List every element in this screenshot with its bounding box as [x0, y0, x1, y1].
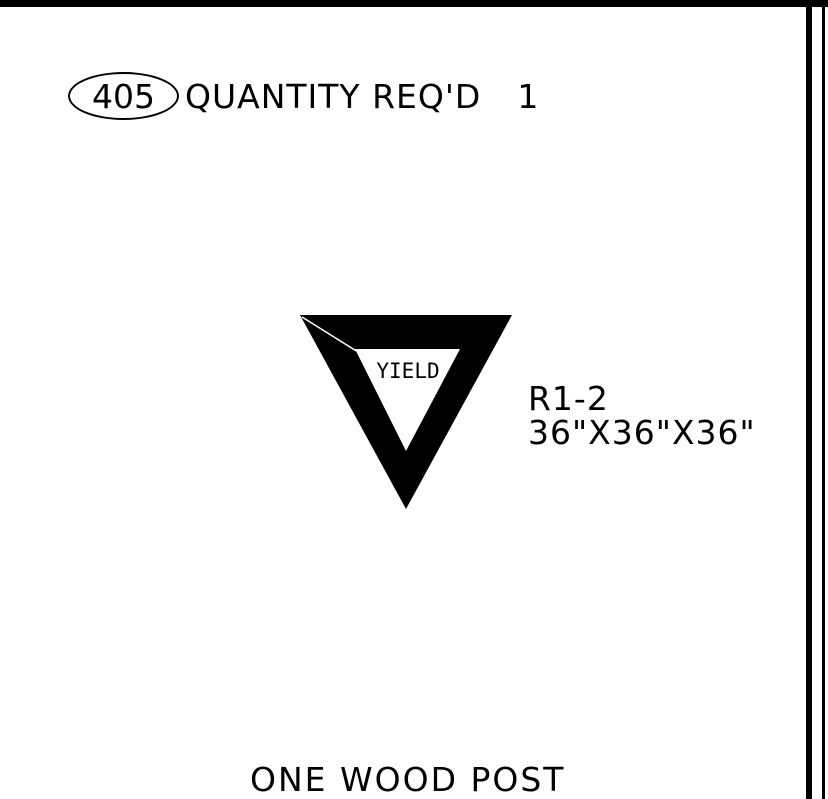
- quantity-value: 1: [517, 76, 539, 116]
- quantity-label: QUANTITY REQ'D: [185, 76, 482, 116]
- sign-number-badge: 405: [68, 72, 179, 120]
- mounting-note: ONE WOOD POST: [250, 760, 566, 799]
- drawing-frame-right-edge: [822, 0, 825, 799]
- sign-size: 36"X36"X36": [528, 413, 756, 452]
- yield-sign-legend: YIELD: [376, 359, 439, 383]
- sign-spec-block: R1-2 36"X36"X36": [528, 382, 756, 450]
- sign-code: R1-2: [528, 379, 609, 418]
- sign-header: 405 QUANTITY REQ'D 1: [68, 70, 538, 122]
- sign-number: 405: [92, 76, 155, 116]
- drawing-frame-right-border: [806, 0, 812, 799]
- yield-sign-icon: YIELD: [300, 315, 512, 509]
- drawing-frame-top-border: [0, 0, 828, 7]
